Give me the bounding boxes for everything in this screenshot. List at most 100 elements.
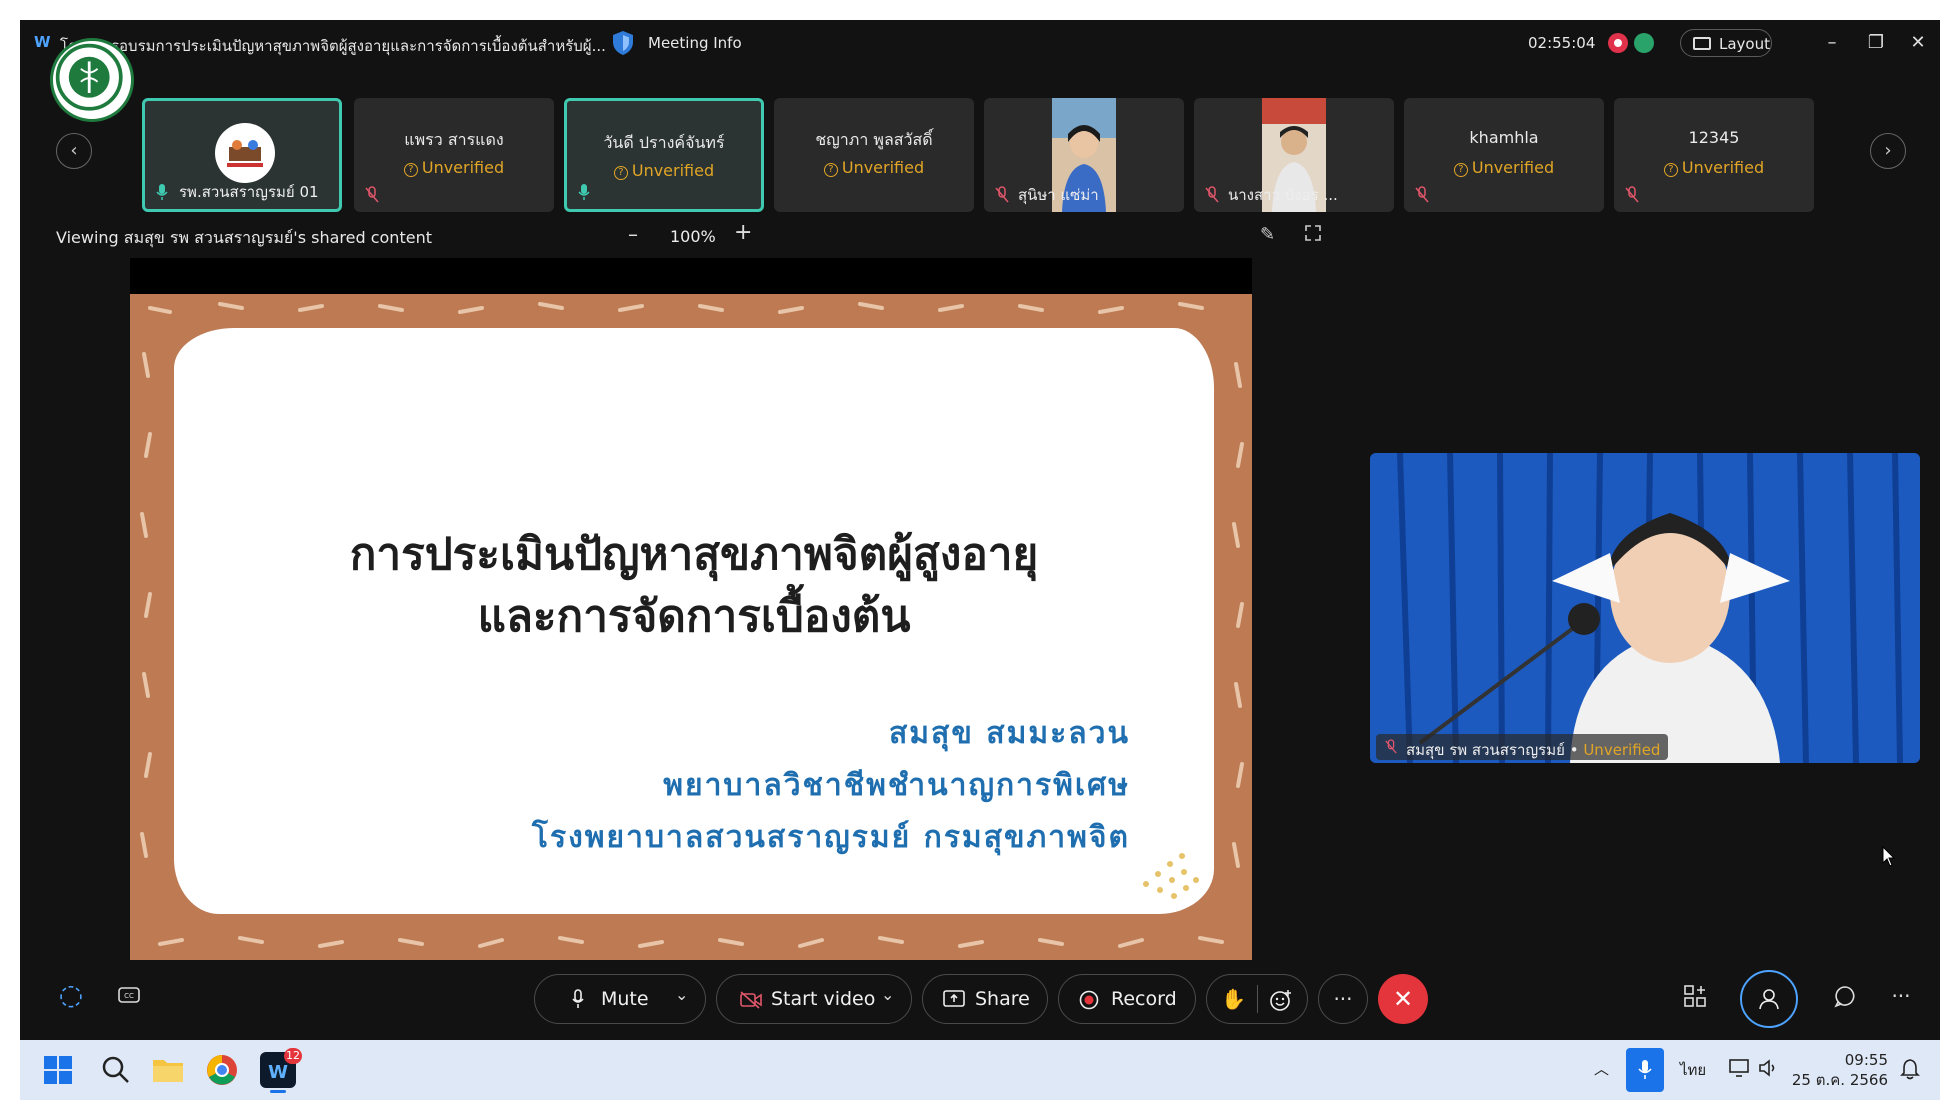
- question-icon: ?: [1453, 163, 1468, 177]
- chrome-icon[interactable]: [204, 1052, 240, 1088]
- microphone-icon: [156, 184, 168, 200]
- closed-captions-icon[interactable]: CC: [114, 984, 144, 1014]
- slide-content-card: การประเมินปัญหาสุขภาพจิตผู้สูงอายุ และกา…: [174, 328, 1214, 914]
- layout-button[interactable]: Layout: [1680, 29, 1772, 57]
- taskbar: W 12 ︿ ไทย 09:55 25 ต.ค. 2566: [20, 1040, 1940, 1100]
- share-label: Share: [975, 988, 1030, 1010]
- microphone-icon: [572, 989, 584, 1008]
- voice-typing-button[interactable]: [1626, 1048, 1664, 1092]
- participant-strip: ‹ รพ.สวนสราญรมย์ 01 แพรว สารแดง ? Unverif…: [20, 76, 1940, 212]
- notification-badge: 12: [284, 1048, 302, 1064]
- svg-text:CC: CC: [124, 992, 134, 1000]
- participant-tile[interactable]: khamhla ? Unverified: [1404, 98, 1604, 212]
- meeting-title: โครงการอบรมการประเมินปัญหาสุขภาพจิตผู้สู…: [60, 37, 606, 55]
- participant-name: รพ.สวนสราญรมย์ 01: [179, 183, 319, 201]
- chevron-down-icon[interactable]: ⌄: [881, 985, 894, 1004]
- participant-tile[interactable]: 12345 ? Unverified: [1614, 98, 1814, 212]
- unverified-label: Unverified: [1471, 158, 1555, 177]
- windows-start-icon[interactable]: [40, 1052, 76, 1088]
- end-meeting-button[interactable]: ✕: [1378, 974, 1428, 1024]
- muted-microphone-icon: [365, 186, 379, 203]
- webex-taskbar-button[interactable]: W 12: [256, 1048, 302, 1093]
- show-hidden-icons-icon[interactable]: ︿: [1594, 1058, 1609, 1079]
- unverified-badge: ? Unverified: [1614, 158, 1814, 177]
- unverified-label: Unverified: [841, 158, 925, 177]
- hospital-logo-icon: [227, 140, 263, 167]
- participants-button[interactable]: [1740, 970, 1798, 1028]
- participant-tile[interactable]: วันดี ปรางค์จันทร์ ? Unverified: [564, 98, 764, 212]
- apps-icon[interactable]: [1680, 984, 1710, 1014]
- participant-name: khamhla: [1469, 128, 1539, 147]
- minimize-button[interactable]: –: [1818, 30, 1846, 56]
- webex-assistant-icon[interactable]: ◌: [56, 978, 86, 1011]
- zoom-in-button[interactable]: +: [734, 220, 752, 245]
- mute-label: Mute: [601, 988, 649, 1010]
- participant-name: ชญาภา พูลสวัสดิ์: [815, 130, 933, 149]
- more-options-button[interactable]: ···: [1318, 974, 1368, 1024]
- unverified-badge: ? Unverified: [354, 158, 554, 177]
- annotate-icon[interactable]: ✎: [1260, 224, 1275, 245]
- share-button[interactable]: Share: [922, 974, 1048, 1024]
- participant-name: วันดี ปรางค์จันทร์: [603, 133, 725, 152]
- participant-tile[interactable]: รพ.สวนสราญรมย์ 01: [142, 98, 342, 212]
- slide-title-line2: และการจัดการเบื้องต้น: [477, 591, 911, 642]
- search-icon[interactable]: [98, 1052, 134, 1088]
- file-explorer-icon[interactable]: [150, 1052, 186, 1088]
- strip-next-button[interactable]: ›: [1870, 133, 1906, 169]
- expand-icon[interactable]: [1304, 224, 1322, 242]
- muted-microphone-icon: [1205, 186, 1219, 203]
- mute-button[interactable]: Mute ⌄: [534, 974, 706, 1024]
- slide-presenter: สมสุข สมมะลวน: [888, 716, 1130, 751]
- restore-button[interactable]: ❐: [1862, 30, 1890, 56]
- participant-tile[interactable]: แพรว สารแดง ? Unverified: [354, 98, 554, 212]
- title-bar: W โครงการอบรมการประเมินปัญหาสุขภาพจิตผู้…: [20, 20, 1940, 66]
- question-icon: ?: [403, 163, 418, 177]
- webex-icon: W: [34, 33, 51, 51]
- unverified-badge: ? Unverified: [567, 161, 761, 180]
- viewing-shared-content-label: Viewing สมสุข รพ สวนสราญรมย์'s shared co…: [56, 228, 432, 247]
- close-button[interactable]: ✕: [1904, 30, 1932, 56]
- recording-indicator-icon[interactable]: [1608, 33, 1628, 53]
- speaker-name: สมสุข รพ สวนสราญรมย์: [1406, 741, 1565, 759]
- unverified-label: Unverified: [1583, 741, 1661, 759]
- clock-time: 09:55: [1844, 1051, 1888, 1069]
- volume-icon[interactable]: [1758, 1058, 1780, 1078]
- speaker-name-label: สมสุข รพ สวนสราญรมย์ • Unverified: [1376, 734, 1669, 760]
- elapsed-time: 02:55:04: [1528, 34, 1596, 52]
- reactions-icon[interactable]: [1269, 988, 1293, 1012]
- language-indicator[interactable]: ไทย: [1680, 1058, 1706, 1082]
- microphone-icon: [578, 184, 590, 200]
- chevron-down-icon[interactable]: ⌄: [675, 985, 688, 1004]
- record-button[interactable]: Record: [1058, 974, 1196, 1024]
- raise-hand-icon[interactable]: ✋: [1221, 987, 1246, 1011]
- participant-name: แพรว สารแดง: [404, 130, 504, 149]
- shield-icon[interactable]: [612, 30, 634, 56]
- strip-prev-button[interactable]: ‹: [56, 133, 92, 169]
- unverified-label: Unverified: [421, 158, 505, 177]
- mouse-cursor-icon: [1882, 846, 1896, 867]
- start-video-label: Start video: [771, 988, 876, 1010]
- muted-microphone-icon: [1385, 739, 1397, 754]
- slide-title: การประเมินปัญหาสุขภาพจิตผู้สูงอายุ และกา…: [174, 524, 1214, 648]
- network-health-icon[interactable]: [1634, 33, 1654, 53]
- chat-icon[interactable]: [1830, 984, 1860, 1014]
- participant-tile[interactable]: ชญาภา พูลสวัสดิ์ ? Unverified: [774, 98, 974, 212]
- zoom-out-button[interactable]: –: [628, 222, 638, 246]
- start-video-button[interactable]: Start video ⌄: [716, 974, 912, 1024]
- participant-tile[interactable]: สุนิษา แซ่ม่า: [984, 98, 1184, 212]
- meeting-info-button[interactable]: Meeting Info: [648, 34, 742, 52]
- layout-icon: [1693, 37, 1711, 50]
- slide-organization: โรงพยาบาลสวนสราญรมย์ กรมสุขภาพจิต: [531, 820, 1130, 855]
- more-panels-button[interactable]: ···: [1886, 984, 1916, 1014]
- participant-name: นางสาว บังอร ...: [1228, 186, 1338, 204]
- network-icon[interactable]: [1728, 1058, 1752, 1078]
- meeting-controls: ◌ CC Mute ⌄ Start video ⌄ Share Record ✋: [20, 970, 1940, 1040]
- ministry-logo: [50, 38, 134, 122]
- dots-decoration: [1143, 853, 1199, 899]
- participant-tile[interactable]: นางสาว บังอร ...: [1194, 98, 1394, 212]
- meeting-window: W โครงการอบรมการประเมินปัญหาสุขภาพจิตผู้…: [20, 20, 1940, 1040]
- active-speaker-video[interactable]: สมสุข รพ สวนสราญรมย์ • Unverified: [1370, 453, 1920, 763]
- notifications-bell-icon[interactable]: [1900, 1058, 1920, 1080]
- zoom-level: 100%: [670, 227, 716, 246]
- system-clock[interactable]: 09:55 25 ต.ค. 2566: [1788, 1050, 1888, 1090]
